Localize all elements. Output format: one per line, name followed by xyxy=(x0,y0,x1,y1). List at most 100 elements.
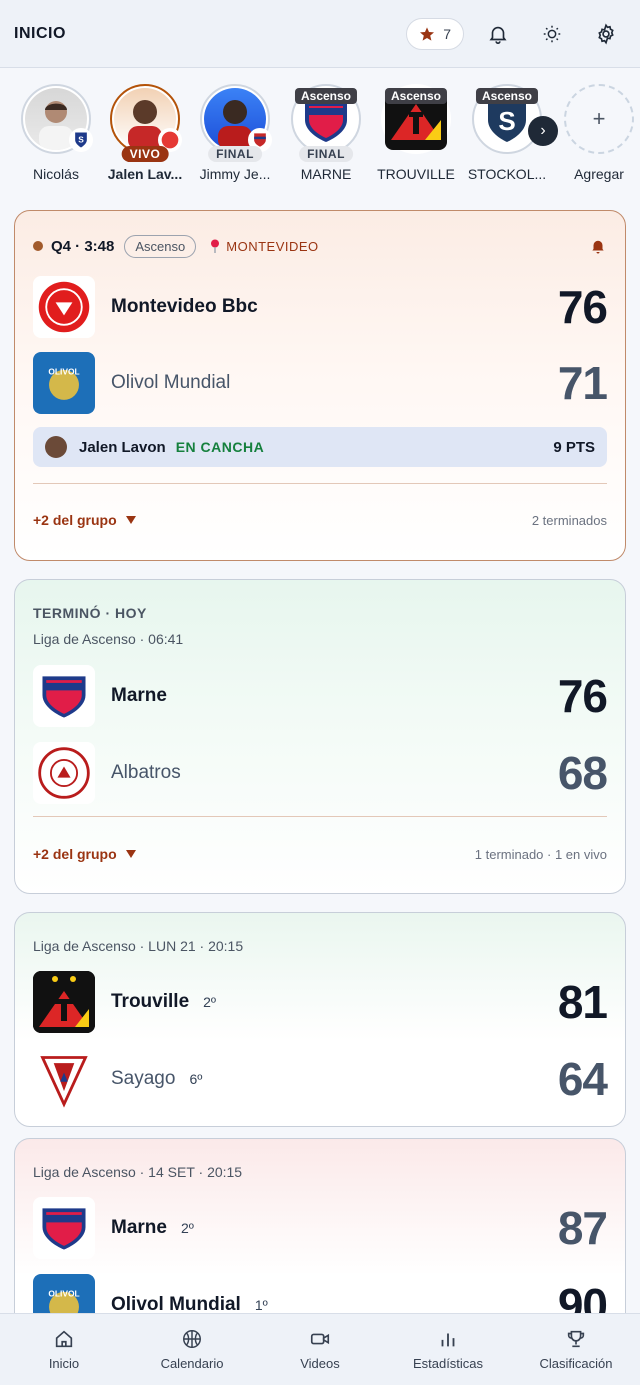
bell-icon xyxy=(489,26,507,44)
team-logo xyxy=(33,665,95,727)
story-marne[interactable]: Ascenso FINAL MARNE xyxy=(278,84,374,182)
team-logo xyxy=(33,276,95,338)
nav-estadisticas[interactable]: Estadísticas xyxy=(384,1314,512,1385)
avatar: Ascenso xyxy=(381,84,451,154)
chevron-right-icon[interactable]: › xyxy=(528,116,558,146)
league-tag: Ascenso xyxy=(294,88,358,104)
nav-calendario[interactable]: Calendario xyxy=(128,1314,256,1385)
team-name: Trouville xyxy=(111,991,190,1012)
group-expand-label: +2 del grupo xyxy=(33,512,117,528)
group-expand-button[interactable]: +2 del grupo xyxy=(33,846,137,862)
avatar: Ascenso FINAL xyxy=(291,84,361,162)
svg-text:S: S xyxy=(78,135,84,145)
story-jimmy[interactable]: FINAL Jimmy Je... xyxy=(187,84,283,182)
nav-label: Clasificación xyxy=(539,1356,613,1371)
basketball-icon xyxy=(183,1330,201,1348)
game-status: TERMINÓ · HOY xyxy=(33,605,147,621)
video-icon xyxy=(310,1333,330,1345)
team-rank: 1º xyxy=(254,1297,268,1313)
notifications-button[interactable] xyxy=(478,14,518,54)
team-name: Albatros xyxy=(111,762,181,783)
team-score: 76 xyxy=(557,281,608,333)
team-logo xyxy=(33,971,95,1033)
team-name: Marne xyxy=(111,685,167,706)
bell-filled-icon xyxy=(592,240,604,254)
favorites-button[interactable]: 7 xyxy=(406,17,464,50)
group-summary: 2 terminados xyxy=(531,512,607,528)
team-name: Sayago xyxy=(111,1068,176,1089)
add-favorite-button[interactable]: + xyxy=(564,84,634,154)
player-name: Jalen Lavon xyxy=(79,438,166,456)
triangle-down-icon xyxy=(125,516,136,524)
league-tag: Ascenso xyxy=(475,88,539,104)
league-label: Liga de Ascenso · LUN 21 · 20:15 xyxy=(33,938,244,954)
live-tag: VIVO xyxy=(121,146,169,162)
team-row-home: Montevideo Bbc 76 xyxy=(33,275,608,339)
team-logo xyxy=(33,742,95,804)
team-score: 64 xyxy=(557,1053,608,1105)
group-expand-button[interactable]: +2 del grupo xyxy=(33,512,137,528)
avatar: S Ascenso xyxy=(472,84,542,154)
team-row-away: Sayago 6º 64 xyxy=(33,1047,608,1111)
nav-label: Videos xyxy=(300,1356,340,1371)
game-card[interactable]: Liga de Ascenso · LUN 21 · 20:15 Trouvil… xyxy=(14,912,626,1127)
theme-toggle-button[interactable] xyxy=(532,14,572,54)
league-label: Liga de Ascenso · 06:41 xyxy=(33,631,184,647)
team-name: Olivol Mundial xyxy=(111,372,231,393)
story-jalen-lavon[interactable]: VIVO Jalen Lav... xyxy=(97,84,193,182)
svg-text:OLIVOL: OLIVOL xyxy=(48,367,79,377)
team-rank: 6º xyxy=(189,1071,203,1087)
team-logo xyxy=(33,1048,95,1110)
triangle-down-icon xyxy=(125,850,136,858)
home-icon xyxy=(55,1330,73,1348)
team-name: Montevideo Bbc xyxy=(111,296,258,317)
team-row-home: Marne 2º 87 xyxy=(33,1196,608,1260)
nav-inicio[interactable]: Inicio xyxy=(0,1314,128,1385)
avatar: S xyxy=(21,84,93,154)
league-chip: Ascenso xyxy=(124,234,197,258)
story-name: Nicolás xyxy=(33,166,79,182)
story-name: STOCKOL... xyxy=(467,166,547,182)
location: MONTEVIDEO xyxy=(210,239,318,254)
nav-clasificacion[interactable]: Clasificación xyxy=(512,1314,640,1385)
team-logo: OLIVOL xyxy=(33,352,95,414)
nav-videos[interactable]: Videos xyxy=(256,1314,384,1385)
card-footer: +2 del grupo 2 terminados xyxy=(33,508,607,532)
story-trouville[interactable]: Ascenso TROUVILLE xyxy=(368,84,464,182)
final-tag: FINAL xyxy=(299,146,353,162)
team-row-away: OLIVOL Olivol Mundial 71 xyxy=(33,351,608,415)
game-alert-button[interactable] xyxy=(589,237,607,259)
group-summary: 1 terminado · 1 en vivo xyxy=(474,846,607,862)
svg-text:OLIVOL: OLIVOL xyxy=(48,1289,79,1299)
story-name: Jalen Lav... xyxy=(107,166,183,182)
story-name: Agregar xyxy=(574,166,624,182)
team-score: 87 xyxy=(557,1202,608,1254)
trophy-icon xyxy=(567,1330,585,1348)
game-card-finished[interactable]: TERMINÓ · HOY Liga de Ascenso · 06:41 Ma… xyxy=(14,579,626,894)
team-logo xyxy=(33,1197,95,1259)
league-label: Liga de Ascenso · 14 SET · 20:15 xyxy=(33,1164,243,1180)
story-name: MARNE xyxy=(300,166,352,182)
game-clock: Q4 · 3:48 xyxy=(51,237,115,255)
team-score: 71 xyxy=(557,357,608,409)
star-icon xyxy=(420,26,435,41)
favorites-count: 7 xyxy=(443,25,451,42)
story-name: TROUVILLE xyxy=(377,166,455,182)
player-on-court-strip[interactable]: Jalen Lavon EN CANCHA 9 PTS xyxy=(33,427,607,467)
sun-icon xyxy=(543,25,561,42)
team-badge-icon: S xyxy=(69,128,93,152)
avatar: VIVO xyxy=(110,84,182,162)
game-card-live[interactable]: Q4 · 3:48 Ascenso MONTEVIDEO Montevideo … xyxy=(14,210,626,561)
nav-label: Estadísticas xyxy=(412,1356,484,1371)
card-header: Q4 · 3:48 Ascenso MONTEVIDEO xyxy=(33,233,607,259)
live-dot-icon xyxy=(33,241,43,251)
team-name: Marne xyxy=(111,1217,167,1238)
team-row-home: Marne 76 xyxy=(33,664,608,728)
location-label: MONTEVIDEO xyxy=(226,238,319,254)
story-add[interactable]: + Agregar xyxy=(554,84,640,182)
pin-icon xyxy=(211,239,220,253)
settings-button[interactable] xyxy=(586,14,626,54)
story-name: Jimmy Je... xyxy=(199,166,271,182)
final-tag: FINAL xyxy=(208,146,262,162)
story-nicolas[interactable]: S Nicolás xyxy=(8,84,104,182)
